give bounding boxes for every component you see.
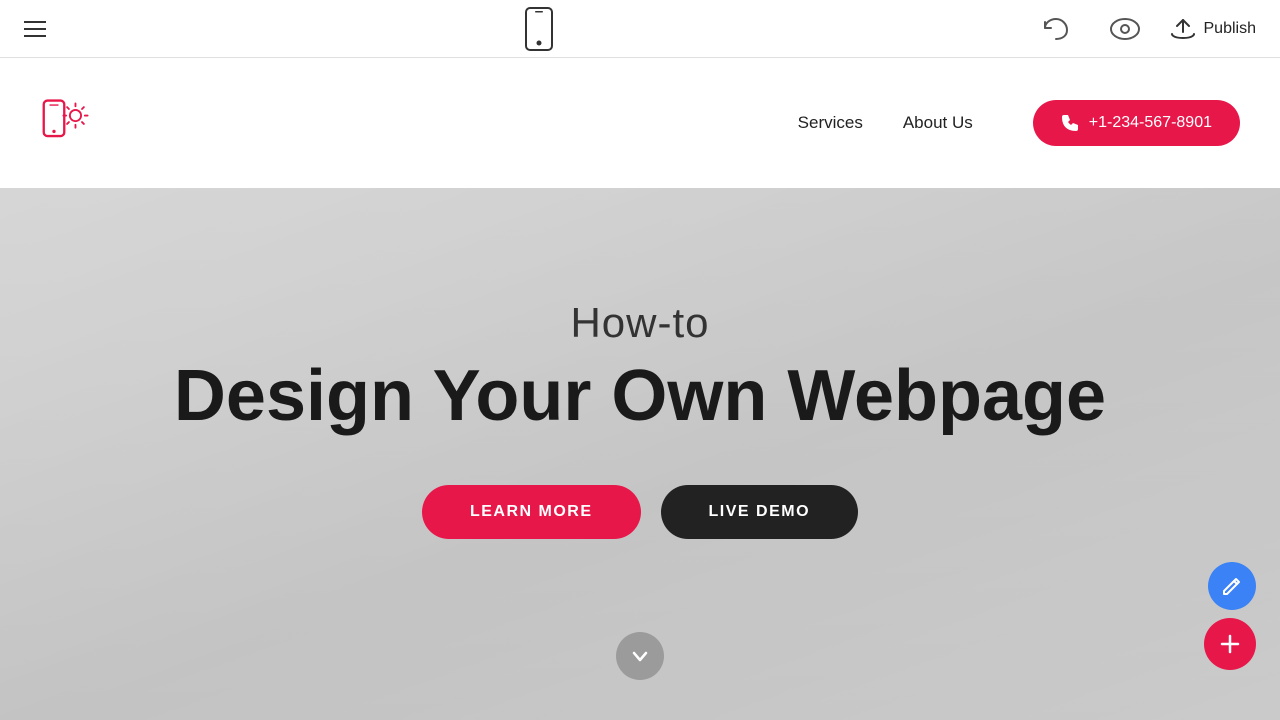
live-demo-button[interactable]: LIVE DEMO — [661, 485, 859, 539]
undo-button[interactable] — [1032, 12, 1080, 46]
learn-more-button[interactable]: LEARN MORE — [422, 485, 641, 539]
publish-label: Publish — [1204, 20, 1256, 38]
hamburger-icon[interactable] — [24, 21, 46, 37]
scroll-down-button[interactable] — [616, 632, 664, 680]
phone-number: +1-234-567-8901 — [1089, 114, 1212, 132]
hero-content: How-to Design Your Own Webpage LEARN MOR… — [0, 118, 1280, 720]
toolbar-right: Publish — [1032, 12, 1256, 46]
site-logo — [40, 95, 96, 151]
nav-services[interactable]: Services — [798, 113, 863, 133]
hero-buttons: LEARN MORE LIVE DEMO — [422, 485, 858, 539]
hero-section: Services About Us +1-234-567-8901 How-to… — [0, 58, 1280, 720]
site-navigation: Services About Us +1-234-567-8901 — [0, 58, 1280, 188]
hero-title: Design Your Own Webpage — [174, 357, 1106, 436]
hero-subtitle: How-to — [570, 299, 709, 347]
publish-button[interactable]: Publish — [1170, 18, 1256, 40]
fab-edit-button[interactable] — [1208, 562, 1256, 610]
toolbar-left — [24, 21, 46, 37]
preview-button[interactable] — [1100, 12, 1150, 46]
top-toolbar: Publish — [0, 0, 1280, 58]
fab-add-button[interactable] — [1204, 618, 1256, 670]
phone-button[interactable]: +1-234-567-8901 — [1033, 100, 1240, 146]
site-nav-links: Services About Us +1-234-567-8901 — [798, 100, 1240, 146]
mobile-preview-icon[interactable] — [525, 7, 553, 51]
toolbar-center — [525, 7, 553, 51]
nav-about-us[interactable]: About Us — [903, 113, 973, 133]
website-preview: Services About Us +1-234-567-8901 How-to… — [0, 58, 1280, 720]
